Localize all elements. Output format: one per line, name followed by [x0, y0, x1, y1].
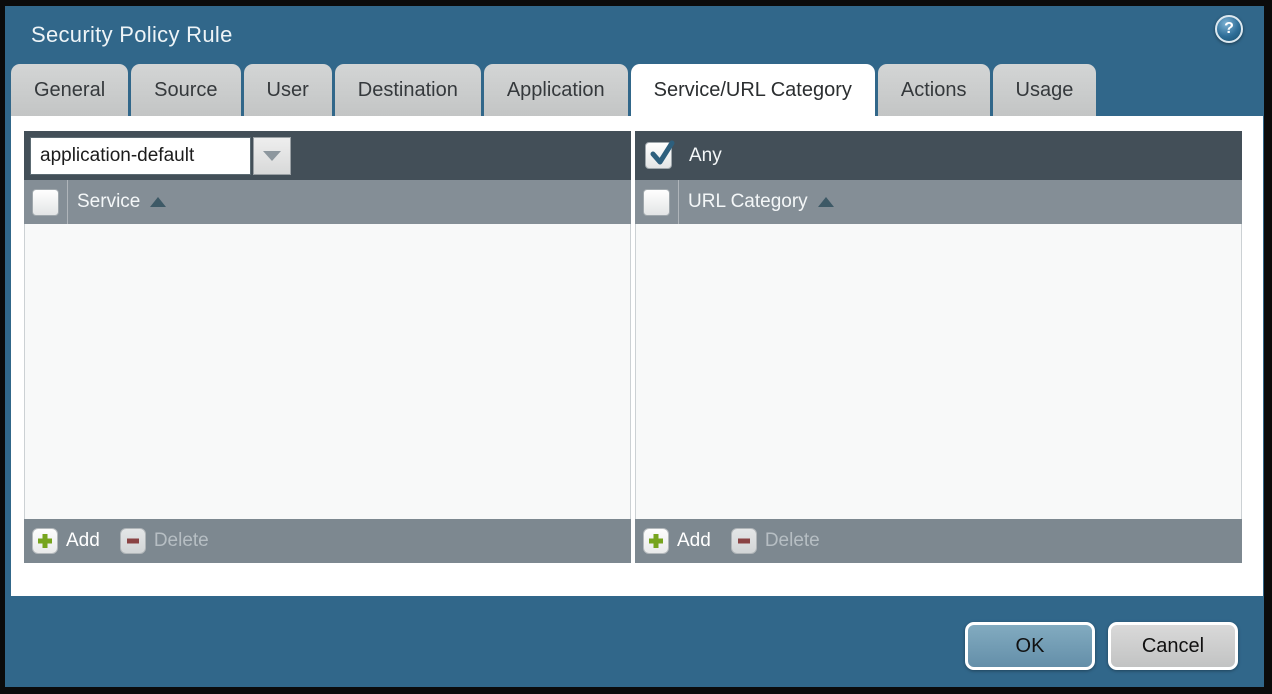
service-delete-label: Delete — [154, 530, 209, 552]
url-category-panel-footer: Add Delete — [635, 519, 1242, 563]
checkmark-icon — [646, 139, 676, 174]
minus-icon — [120, 528, 146, 554]
minus-icon — [731, 528, 757, 554]
service-panel: Service Add Delete — [24, 131, 631, 563]
service-add-label: Add — [66, 530, 100, 552]
url-category-delete-button[interactable]: Delete — [731, 528, 820, 554]
tab-source[interactable]: Source — [131, 64, 240, 116]
plus-icon — [643, 528, 669, 554]
tab-user[interactable]: User — [244, 64, 332, 116]
url-category-any-label[interactable]: Any — [689, 145, 722, 167]
service-add-button[interactable]: Add — [32, 528, 100, 554]
screen: Security Policy Rule ? General Source Us… — [0, 0, 1272, 694]
url-category-column-header-row: URL Category — [635, 180, 1242, 224]
tab-actions[interactable]: Actions — [878, 64, 990, 116]
sort-asc-icon — [818, 197, 834, 207]
service-panel-header — [24, 131, 631, 180]
title-bar: Security Policy Rule ? — [5, 6, 1264, 64]
chevron-down-icon — [263, 151, 281, 161]
tab-service-url-category[interactable]: Service/URL Category — [631, 64, 875, 116]
sort-asc-icon — [150, 197, 166, 207]
service-type-dropdown-button[interactable] — [253, 137, 291, 175]
url-category-column-label[interactable]: URL Category — [688, 191, 808, 213]
plus-icon — [32, 528, 58, 554]
url-category-list[interactable] — [635, 224, 1242, 519]
service-type-input[interactable] — [30, 137, 251, 175]
service-select-all-cell — [24, 180, 68, 224]
dialog-action-bar: OK Cancel — [965, 622, 1238, 670]
dialog-title: Security Policy Rule — [31, 22, 233, 48]
url-category-panel-header: Any — [635, 131, 1242, 180]
ok-button[interactable]: OK — [965, 622, 1095, 670]
url-category-select-all-checkbox[interactable] — [643, 189, 670, 216]
url-category-delete-label: Delete — [765, 530, 820, 552]
url-category-add-button[interactable]: Add — [643, 528, 711, 554]
service-type-combobox — [30, 137, 291, 175]
tab-usage[interactable]: Usage — [993, 64, 1097, 116]
tab-destination[interactable]: Destination — [335, 64, 481, 116]
tab-general[interactable]: General — [11, 64, 128, 116]
tab-content: Service Add Delete — [11, 116, 1263, 596]
security-policy-rule-dialog: Security Policy Rule ? General Source Us… — [5, 6, 1264, 687]
url-category-select-all-cell — [635, 180, 679, 224]
url-category-panel: Any URL Category Add — [635, 131, 1242, 563]
url-category-add-label: Add — [677, 530, 711, 552]
service-select-all-checkbox[interactable] — [32, 189, 59, 216]
service-delete-button[interactable]: Delete — [120, 528, 209, 554]
service-column-header-row: Service — [24, 180, 631, 224]
cancel-button[interactable]: Cancel — [1108, 622, 1238, 670]
help-icon[interactable]: ? — [1215, 15, 1243, 43]
service-column-label[interactable]: Service — [77, 191, 140, 213]
service-list[interactable] — [24, 224, 631, 519]
url-category-any-checkbox[interactable] — [645, 142, 672, 169]
service-panel-footer: Add Delete — [24, 519, 631, 563]
tab-application[interactable]: Application — [484, 64, 628, 116]
tab-bar: General Source User Destination Applicat… — [5, 64, 1264, 116]
